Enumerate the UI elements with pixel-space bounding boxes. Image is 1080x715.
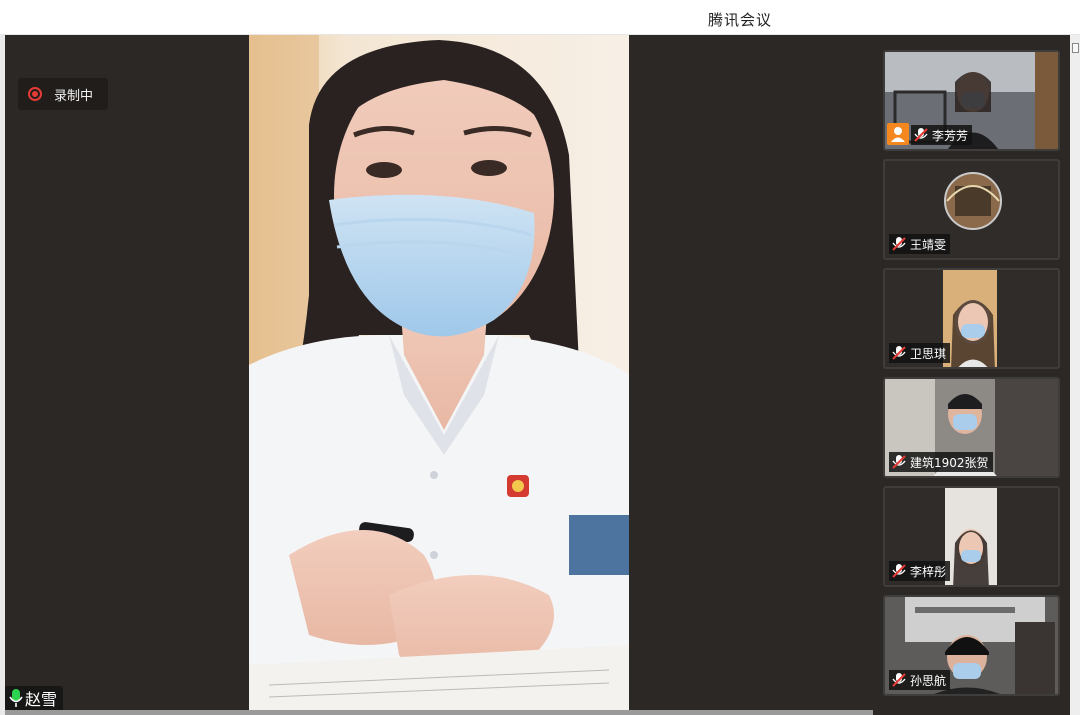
participant-label: 孙思航 [889,670,951,690]
participant-label: 李梓彤 [889,561,951,581]
participant-tile[interactable]: 李芳芳 [883,50,1060,151]
participant-name: 李芳芳 [932,128,969,143]
recording-dot-icon [28,87,42,101]
right-edge [1070,35,1080,715]
speaker-video-frame [249,35,629,710]
bottom-edge [5,710,873,715]
participant-tile[interactable]: 卫思琪 [883,268,1060,369]
microphone-muted-icon [892,564,906,578]
participant-sidebar[interactable]: 李芳芳 王靖雯 卫思琪 建筑1902张贺 李梓彤 孙思航 [873,35,1070,715]
main-speaker-name-tag: 赵雪 [5,686,64,710]
microphone-muted-icon [892,346,906,360]
microphone-icon [9,689,23,707]
window-title: 腾讯会议 [707,11,772,29]
participant-name: 卫思琪 [910,346,947,361]
participant-name: 建筑1902张贺 [910,455,989,470]
participant-label: 李芳芳 [911,125,973,145]
main-stage: 录制中 赵雪 [5,35,873,710]
participant-name: 李梓彤 [910,564,947,579]
recording-indicator[interactable]: 录制中 [18,78,108,110]
participant-label: 卫思琪 [889,343,951,363]
window-resize-handle[interactable] [1072,43,1079,53]
main-speaker-video[interactable] [249,35,629,710]
participant-name: 孙思航 [910,673,947,688]
recording-label: 录制中 [54,88,94,104]
microphone-muted-icon [892,673,906,687]
microphone-muted-icon [892,455,906,469]
participant-tile[interactable]: 建筑1902张贺 [883,377,1060,478]
microphone-muted-icon [892,237,906,251]
participant-tile[interactable]: 王靖雯 [883,159,1060,260]
microphone-muted-icon [914,128,928,142]
host-user-icon [887,123,909,145]
main-speaker-name: 赵雪 [25,690,58,709]
participant-name: 王靖雯 [910,237,947,252]
participant-label: 建筑1902张贺 [889,452,993,472]
participant-tile[interactable]: 李梓彤 [883,486,1060,587]
participant-tile[interactable]: 孙思航 [883,595,1060,696]
participant-label: 王靖雯 [889,234,951,254]
title-bar: 腾讯会议 [0,0,1080,35]
